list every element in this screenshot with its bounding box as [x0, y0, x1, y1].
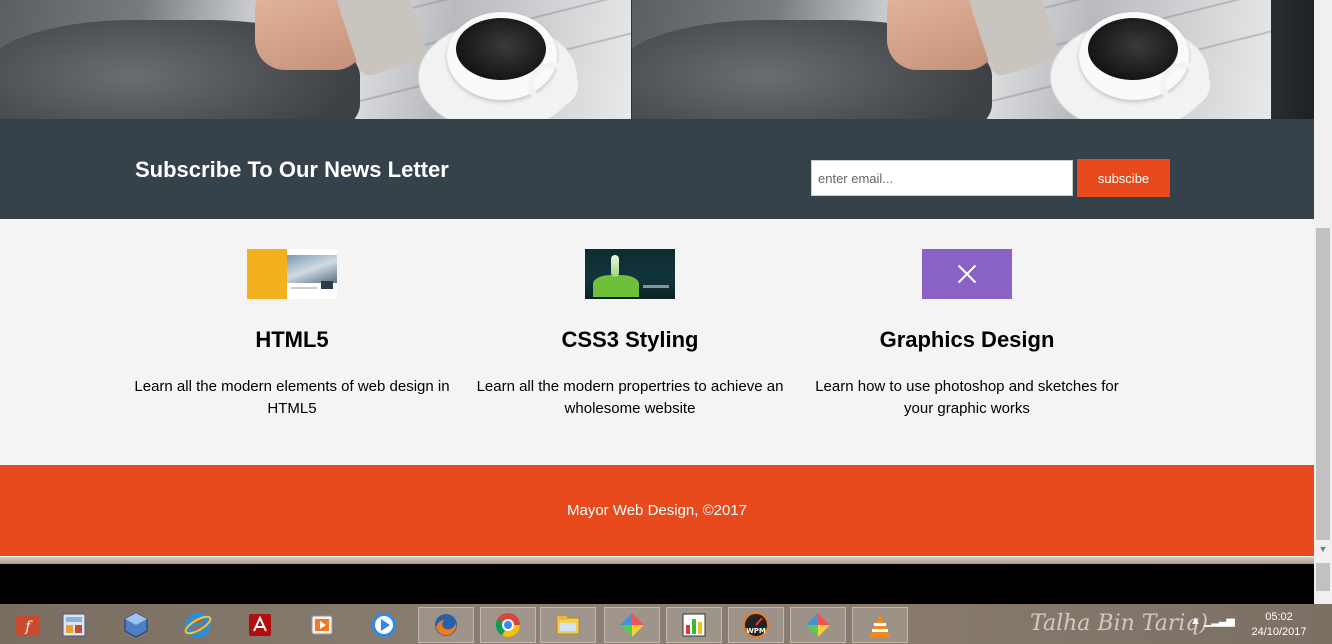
- media-player-icon[interactable]: [294, 607, 350, 643]
- window-border: [0, 557, 1314, 564]
- newsletter-title: Subscribe To Our News Letter: [135, 157, 449, 182]
- hero-banner: [0, 0, 1314, 119]
- file-explorer-icon[interactable]: [540, 607, 596, 643]
- hero-image-coffee: [0, 0, 631, 119]
- video-player-icon[interactable]: [356, 607, 412, 643]
- feature-box-html5: HTML5 Learn all the modern elements of w…: [127, 249, 457, 420]
- feature-title: CSS3 Styling: [561, 327, 699, 352]
- subscribe-button[interactable]: subscibe: [1077, 159, 1170, 197]
- vlc-icon[interactable]: [852, 607, 908, 643]
- diamond-app-icon[interactable]: [604, 607, 660, 643]
- diamond-app-icon-2[interactable]: [790, 607, 846, 643]
- wpm-icon[interactable]: WPM: [728, 607, 784, 643]
- email-input[interactable]: [811, 160, 1073, 196]
- clock-time: 05:02: [1265, 611, 1293, 623]
- html5-thumbnail: [247, 249, 337, 299]
- scroll-down-arrow-icon[interactable]: ▼: [1314, 541, 1332, 557]
- internet-explorer-icon[interactable]: [170, 607, 226, 643]
- newsletter-section: Subscribe To Our News Letter subscibe: [0, 119, 1314, 219]
- acrobat-icon[interactable]: [232, 607, 288, 643]
- footer-copyright: Mayor Web Design, ©2017: [566, 502, 748, 519]
- browser-viewport: Subscribe To Our News Letter subscibe HT…: [0, 0, 1314, 557]
- hero-image-edge: [1271, 0, 1314, 119]
- charts-icon[interactable]: [666, 607, 722, 643]
- broken-image-icon: [922, 249, 1012, 299]
- virtualbox-icon[interactable]: [108, 607, 164, 643]
- feature-description: Learn all the modern elements of web des…: [134, 378, 450, 417]
- outer-scrollbar-thumb[interactable]: [1316, 563, 1330, 591]
- feature-title: HTML5: [255, 327, 329, 352]
- feature-description: Learn all the modern propertries to achi…: [476, 378, 784, 417]
- system-tray-icons[interactable]: ▲ ▁▂▃▅: [1190, 614, 1235, 627]
- calculator-icon[interactable]: [46, 607, 102, 643]
- feature-description: Learn how to use photoshop and sketches …: [815, 378, 1119, 417]
- feature-title: Graphics Design: [879, 327, 1055, 352]
- taskbar-clock[interactable]: 05:02 24/10/2017: [1244, 610, 1314, 640]
- svg-text:WPM: WPM: [746, 627, 766, 635]
- feature-box-graphics: Graphics Design Learn how to use photosh…: [802, 249, 1132, 420]
- hero-image-coffee-2: [632, 0, 1271, 119]
- css3-thumbnail: [585, 249, 675, 299]
- chrome-icon[interactable]: [480, 607, 536, 643]
- vertical-scrollbar[interactable]: [1314, 0, 1332, 557]
- page-footer: Mayor Web Design, ©2017: [0, 465, 1314, 556]
- scrollbar-thumb[interactable]: [1316, 228, 1330, 540]
- firefox-icon[interactable]: [418, 607, 474, 643]
- clock-date: 24/10/2017: [1251, 626, 1307, 638]
- outer-scrollbar[interactable]: [1314, 557, 1332, 604]
- feature-box-css3: CSS3 Styling Learn all the modern proper…: [465, 249, 795, 420]
